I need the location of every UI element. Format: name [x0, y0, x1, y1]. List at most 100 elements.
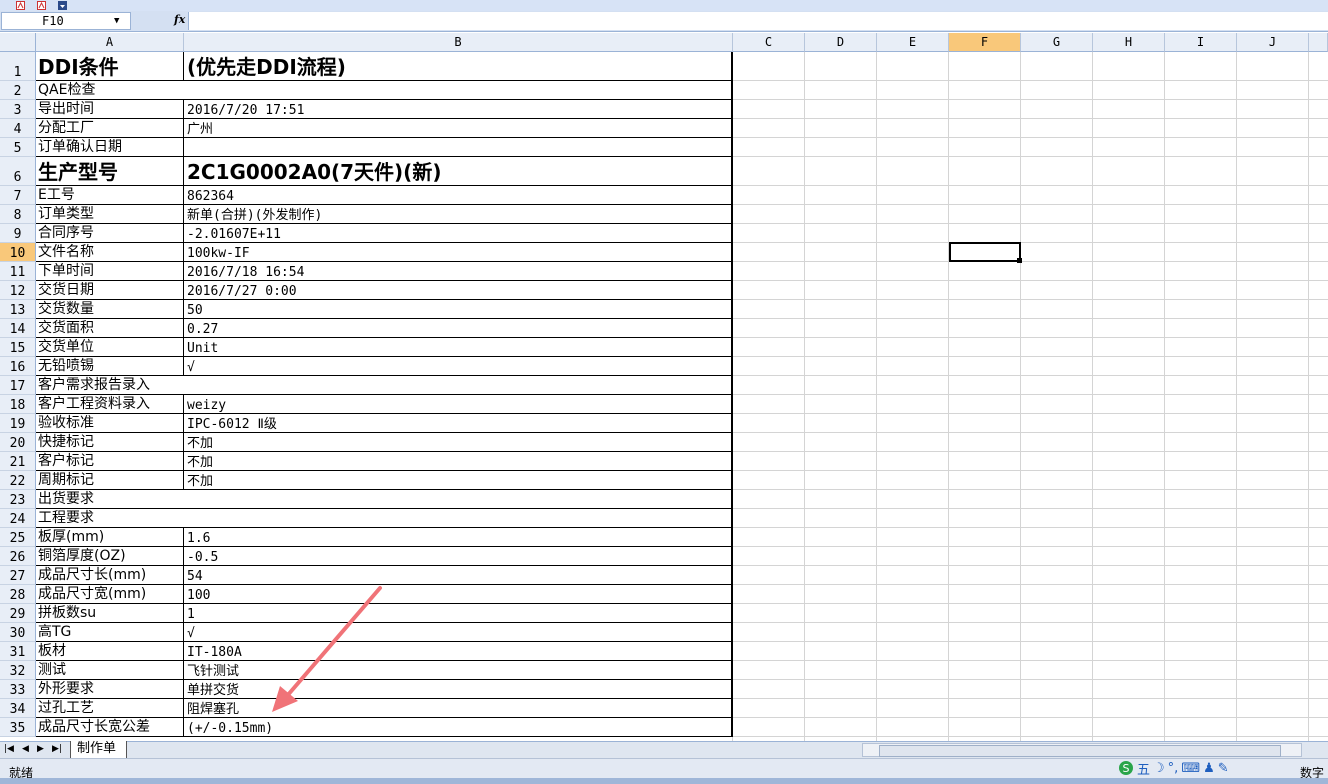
cell-a6[interactable]: 生产型号: [36, 157, 184, 186]
pdf-export-icon[interactable]: [37, 1, 46, 10]
cell-a28[interactable]: 成品尺寸宽(mm): [36, 585, 184, 604]
cell-a32[interactable]: 测试: [36, 661, 184, 680]
row-header-9[interactable]: 9: [0, 224, 36, 243]
column-header-a[interactable]: A: [36, 33, 184, 52]
row-header-14[interactable]: 14: [0, 319, 36, 338]
row-header-4[interactable]: 4: [0, 119, 36, 138]
ime-logo-icon[interactable]: S: [1118, 760, 1134, 776]
cell-b30[interactable]: √: [184, 623, 733, 642]
row-header-32[interactable]: 32: [0, 661, 36, 680]
column-header-e[interactable]: E: [877, 33, 949, 52]
cell-b10[interactable]: 100kw-IF: [184, 243, 733, 262]
cell-b35[interactable]: (+/-0.15mm): [184, 718, 733, 737]
cell-b9[interactable]: -2.01607E+11: [184, 224, 733, 243]
row-header-31[interactable]: 31: [0, 642, 36, 661]
cell-a19[interactable]: 验收标准: [36, 414, 184, 433]
row-header-11[interactable]: 11: [0, 262, 36, 281]
row-header-6[interactable]: 6: [0, 157, 36, 186]
cell-b26[interactable]: -0.5: [184, 547, 733, 566]
row-header-21[interactable]: 21: [0, 452, 36, 471]
cell-b31[interactable]: IT-180A: [184, 642, 733, 661]
next-sheet-icon[interactable]: ▶: [37, 744, 44, 754]
cell-b28[interactable]: 100: [184, 585, 733, 604]
last-sheet-icon[interactable]: ▶|: [52, 744, 62, 754]
cell-a27[interactable]: 成品尺寸长(mm): [36, 566, 184, 585]
cell-b16[interactable]: √: [184, 357, 733, 376]
row-header-29[interactable]: 29: [0, 604, 36, 623]
cell-a26[interactable]: 铜箔厚度(OZ): [36, 547, 184, 566]
cell-b3[interactable]: 2016/7/20 17:51: [184, 100, 733, 119]
cell-a4[interactable]: 分配工厂: [36, 119, 184, 138]
cell-b22[interactable]: 不加: [184, 471, 733, 490]
column-header-f[interactable]: F: [949, 33, 1021, 52]
row-header-27[interactable]: 27: [0, 566, 36, 585]
row-header-24[interactable]: 24: [0, 509, 36, 528]
cell-a24[interactable]: 工程要求: [36, 509, 733, 528]
ime-toolbar[interactable]: S 五 ☽ °, ⌨ ♟ ✎: [1118, 759, 1229, 778]
column-header-d[interactable]: D: [805, 33, 877, 52]
row-header-35[interactable]: 35: [0, 718, 36, 737]
user-icon[interactable]: ♟: [1203, 761, 1215, 776]
row-header-8[interactable]: 8: [0, 205, 36, 224]
row-header-34[interactable]: 34: [0, 699, 36, 718]
cell-a11[interactable]: 下单时间: [36, 262, 184, 281]
cell-a31[interactable]: 板材: [36, 642, 184, 661]
row-header-33[interactable]: 33: [0, 680, 36, 699]
pdf-icon[interactable]: [16, 1, 25, 10]
cell-a34[interactable]: 过孔工艺: [36, 699, 184, 718]
cell-a33[interactable]: 外形要求: [36, 680, 184, 699]
cell-b27[interactable]: 54: [184, 566, 733, 585]
column-header-b[interactable]: B: [184, 33, 733, 52]
cell-a18[interactable]: 客户工程资料录入: [36, 395, 184, 414]
cell-a9[interactable]: 合同序号: [36, 224, 184, 243]
row-header-28[interactable]: 28: [0, 585, 36, 604]
row-header-22[interactable]: 22: [0, 471, 36, 490]
scrollbar-thumb[interactable]: [879, 745, 1281, 757]
horizontal-scrollbar[interactable]: [862, 743, 1302, 757]
cell-b11[interactable]: 2016/7/18 16:54: [184, 262, 733, 281]
cell-a5[interactable]: 订单确认日期: [36, 138, 184, 157]
row-header-2[interactable]: 2: [0, 81, 36, 100]
cell-a12[interactable]: 交货日期: [36, 281, 184, 300]
cell-b19[interactable]: IPC-6012 Ⅱ级: [184, 414, 733, 433]
row-header-19[interactable]: 19: [0, 414, 36, 433]
cell-a10[interactable]: 文件名称: [36, 243, 184, 262]
cell-b21[interactable]: 不加: [184, 452, 733, 471]
cell-a15[interactable]: 交货单位: [36, 338, 184, 357]
column-header-c[interactable]: C: [733, 33, 805, 52]
row-header-3[interactable]: 3: [0, 100, 36, 119]
row-header-15[interactable]: 15: [0, 338, 36, 357]
row-header-16[interactable]: 16: [0, 357, 36, 376]
cell-a20[interactable]: 快捷标记: [36, 433, 184, 452]
row-header-1[interactable]: 1: [0, 52, 36, 81]
cell-b32[interactable]: 飞针测试: [184, 661, 733, 680]
cell-b12[interactable]: 2016/7/27 0:00: [184, 281, 733, 300]
row-header-10[interactable]: 10: [0, 243, 36, 262]
active-cell-f10[interactable]: [949, 242, 1022, 263]
prev-sheet-icon[interactable]: ◀: [22, 744, 29, 754]
punctuation-icon[interactable]: °,: [1168, 761, 1179, 776]
wrench-icon[interactable]: ✎: [1218, 761, 1229, 776]
select-all-corner[interactable]: [0, 33, 36, 52]
toolbar-options-icon[interactable]: [58, 1, 67, 10]
cell-b8[interactable]: 新单(合拼)(外发制作): [184, 205, 733, 224]
cell-a8[interactable]: 订单类型: [36, 205, 184, 224]
ime-mode[interactable]: 五: [1137, 759, 1150, 778]
cell-a21[interactable]: 客户标记: [36, 452, 184, 471]
cell-b29[interactable]: 1: [184, 604, 733, 623]
column-header-g[interactable]: G: [1021, 33, 1093, 52]
cell-b1[interactable]: (优先走DDI流程): [184, 52, 733, 81]
cell-a30[interactable]: 高TG: [36, 623, 184, 642]
moon-icon[interactable]: ☽: [1153, 761, 1165, 776]
cell-a29[interactable]: 拼板数su: [36, 604, 184, 623]
cell-b13[interactable]: 50: [184, 300, 733, 319]
cell-a23[interactable]: 出货要求: [36, 490, 733, 509]
row-header-25[interactable]: 25: [0, 528, 36, 547]
cell-b14[interactable]: 0.27: [184, 319, 733, 338]
cell-b7[interactable]: 862364: [184, 186, 733, 205]
row-header-30[interactable]: 30: [0, 623, 36, 642]
row-header-5[interactable]: 5: [0, 138, 36, 157]
cell-a25[interactable]: 板厚(mm): [36, 528, 184, 547]
row-header-26[interactable]: 26: [0, 547, 36, 566]
sheet-tab[interactable]: 制作单: [70, 741, 128, 759]
